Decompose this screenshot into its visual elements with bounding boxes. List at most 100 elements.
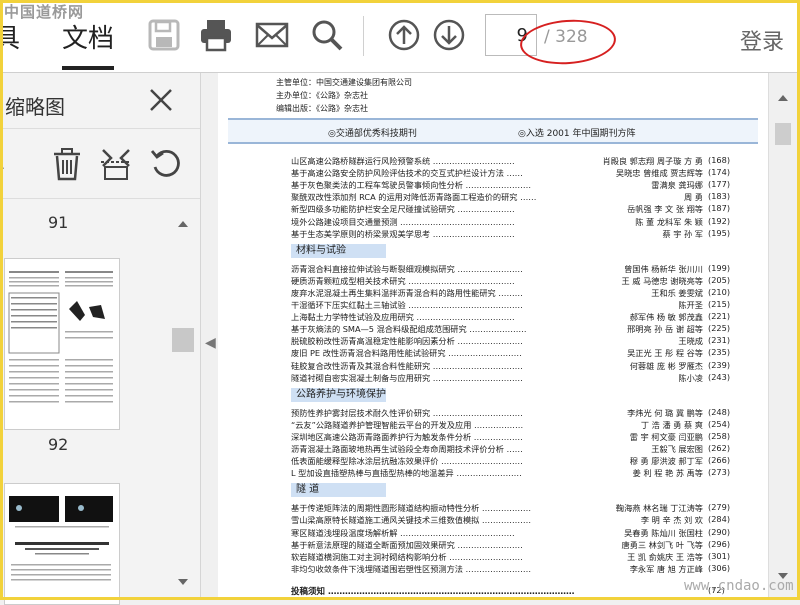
thumbnail-page-92[interactable] <box>4 483 120 605</box>
doc-header-line: 主办单位：《公路》杂志社 <box>276 91 368 100</box>
scrollbar-arrows <box>778 95 788 579</box>
toc-entry-page: (192) <box>708 215 731 226</box>
tab-tools[interactable]: 具 <box>0 18 20 55</box>
save-icon[interactable] <box>147 18 181 52</box>
watermark-top: 中国道桥网 <box>4 3 85 21</box>
close-icon[interactable] <box>148 87 174 113</box>
section-heading: 材料与试验 <box>291 243 386 258</box>
banner-right-text: ◎入选 2001 年中国期刊方阵 <box>518 129 636 139</box>
toc-entry-page: (210) <box>708 286 731 297</box>
thumbnail-page-label: 92 <box>48 435 69 454</box>
doc-header-line: 主管单位：中国交通建设集团有限公司 <box>276 78 412 87</box>
toc-entry-authors: 郝军伟 杨 敏 郭茂鑫 <box>629 312 703 323</box>
toc-entry-page: (243) <box>708 371 731 382</box>
toc-entry-page: (187) <box>708 203 731 214</box>
toolbar-divider <box>363 16 364 56</box>
toc-entry-authors: 唐勇三 林剑飞 叶 飞等 <box>621 539 704 550</box>
print-icon[interactable] <box>199 18 233 52</box>
toc-entry-authors: 蔡 宇 孙 军 <box>662 228 703 239</box>
toc-entry-page: (279) <box>708 502 731 513</box>
section-heading: 公路养护与环境保护 <box>291 387 386 402</box>
journal-banner: ◎交通部优秀科技期刊 ◎入选 2001 年中国期刊方阵 <box>228 118 758 144</box>
thumbnail-sidebar: 缩略图 91 92 <box>0 73 201 605</box>
mail-icon[interactable] <box>255 18 289 52</box>
sidebar-divider-2 <box>0 198 200 199</box>
toc-entry-authors: 穆 勇 廖洪波 郝丁军 <box>629 456 703 467</box>
toc-entry-page: (239) <box>708 359 731 370</box>
arrow-up-circle-icon[interactable] <box>387 18 421 52</box>
toc-entry-authors: 周 勇 <box>684 192 703 203</box>
watermark-bottom: www.cndao.com <box>684 578 794 594</box>
thumbnail-91-content <box>8 271 113 403</box>
toc-entry-page: (254) <box>708 418 731 429</box>
toc-entry-page: (199) <box>708 262 731 273</box>
sidebar-title: 缩略图 <box>5 95 65 119</box>
toc-entry-authors: 鞠海燕 林名瑞 丁江涛等 <box>615 503 703 514</box>
toc-entry-page: (262) <box>708 443 731 453</box>
toc-entry-authors: 曾国伟 杨新华 张川川 <box>624 263 703 274</box>
toc-entry-authors: 丁 浩 潘 勇 蔡 爽 <box>640 419 703 430</box>
toc-entry-page: (221) <box>708 311 731 322</box>
toc-entry-page: (168) <box>708 155 731 165</box>
toc-entry-authors: 邢明亮 孙 岳 谢 超等 <box>627 324 703 335</box>
sidebar-scroll-thumb[interactable] <box>172 328 194 352</box>
toc-footer-title: 投稿须知 …………………………………………………………………………… <box>291 586 575 597</box>
toc-entry-authors: 吴正光 王 彤 程 谷等 <box>627 348 703 359</box>
arrow-down-circle-icon[interactable] <box>432 18 466 52</box>
toc-entry-authors: 王晓成 <box>678 336 703 347</box>
toc-entry-authors: 李 明 辛 杰 刘 欢 <box>640 515 703 526</box>
trash-icon[interactable] <box>50 147 84 181</box>
tab-document[interactable]: 文档 <box>62 18 114 55</box>
toc-entry-page: (177) <box>708 179 731 190</box>
toc-entry-page: (258) <box>708 430 731 441</box>
toc-entry-page: (284) <box>708 514 731 525</box>
toc-entry-authors: 李永军 唐 旭 方正峰 <box>629 563 703 574</box>
toc-entry-page: (195) <box>708 227 731 238</box>
toc-entry-authors: 雷满泉 龚玛娜 <box>651 180 703 191</box>
search-icon[interactable] <box>310 18 344 52</box>
toc-entry-authors: 王 凯 俞姚庆 王 浩等 <box>627 551 703 562</box>
doc-header-line: 编辑出版：《公路》杂志社 <box>276 104 368 113</box>
toc-entry-page: (231) <box>708 335 731 346</box>
toc-entry-authors: 王毅飞 展宏图 <box>651 444 703 454</box>
toc-entry-page: (215) <box>708 299 731 309</box>
toc-entry-page: (235) <box>708 347 731 358</box>
toc-entry-authors: 陈小凌 <box>678 372 703 383</box>
toc-entry-authors: 肖殿良 郭志翔 周子璇 方 勇 <box>602 156 703 166</box>
toc-entry-page: (225) <box>708 323 731 334</box>
sidebar-scrollbar[interactable] <box>170 213 196 593</box>
sidebar-divider <box>0 128 200 129</box>
toc-entry-authors: 李炜光 何 璐 冀 鹏等 <box>627 407 703 418</box>
banner-left-text: ◎交通部优秀科技期刊 <box>328 129 417 139</box>
toc-entry-page: (290) <box>708 526 731 537</box>
toc-entry-page: (205) <box>708 274 731 285</box>
toc-entry-page: (266) <box>708 455 731 466</box>
document-scroll-thumb[interactable] <box>775 123 791 145</box>
toc-entry-authors: 王 威 马德忠 谢晓亮等 <box>621 275 704 286</box>
login-button[interactable]: 登录 <box>740 24 784 56</box>
toolbar: 中国道桥网 具 文档 9 / 328 登录 <box>0 0 800 73</box>
toc-entry-page: (183) <box>708 191 731 202</box>
document-page: 主管单位：中国交通建设集团有限公司 主办单位：《公路》杂志社 编辑出版：《公路》… <box>218 73 768 600</box>
thumbnail-page-91[interactable] <box>4 258 120 430</box>
rotate-icon[interactable] <box>149 147 183 181</box>
toc-entry-page: (301) <box>708 550 731 561</box>
toc-entry-authors: 王和乐 姜雯斌 <box>651 287 703 298</box>
collapse-sidebar-arrow-icon[interactable]: ◀ <box>205 335 216 351</box>
extract-pages-icon[interactable] <box>99 147 133 181</box>
toc-entry-page: (248) <box>708 406 731 417</box>
toc-entry-authors: 吴春勇 陈灿川 张国柱 <box>624 527 703 538</box>
toc-entry-page: (306) <box>708 562 731 573</box>
chevron-down-icon[interactable] <box>0 147 20 181</box>
thumbnail-92-content <box>9 496 113 581</box>
toc-entry-authors: 姜 利 程 艳 苏 禹等 <box>632 468 703 479</box>
toc-entry-authors: 陈开圣 <box>678 300 703 310</box>
toc-entry-page: (296) <box>708 538 731 549</box>
toc-entry-authors: 雷 宇 柯文豪 闫亚鹏 <box>629 431 703 442</box>
toc-entry-page: (273) <box>708 467 731 478</box>
tab-active-underline <box>62 66 114 70</box>
toc-entry-authors: 何蓉雄 庞 彬 罗雁杰 <box>629 360 703 371</box>
toc-entry-authors: 陈 董 龙科军 朱 颖 <box>635 216 703 227</box>
toc-entry-authors: 岳帆强 李 文 张 翔等 <box>627 204 703 215</box>
document-scrollbar[interactable] <box>768 73 798 600</box>
